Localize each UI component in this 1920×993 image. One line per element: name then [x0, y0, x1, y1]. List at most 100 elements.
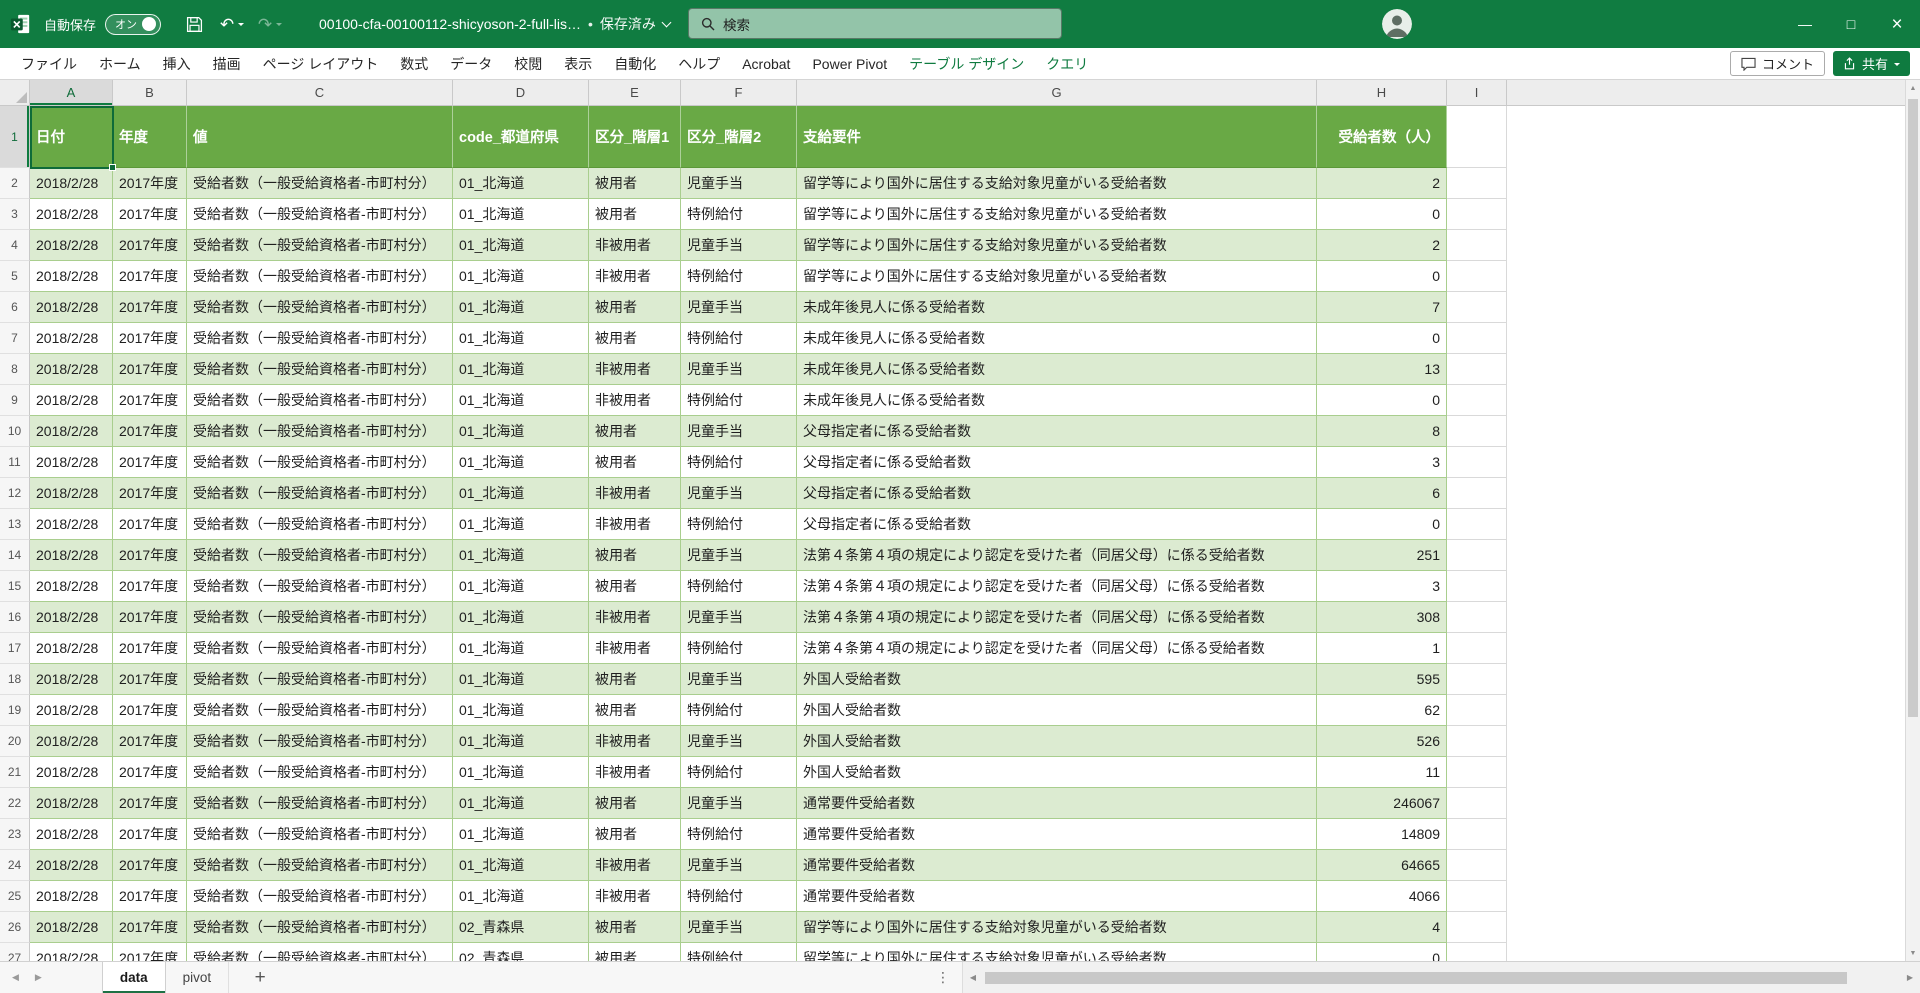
cell-B22[interactable]: 2017年度	[113, 788, 187, 819]
cell-H4[interactable]: 2	[1317, 230, 1447, 261]
cell-I18[interactable]	[1447, 664, 1507, 695]
cell-H12[interactable]: 6	[1317, 478, 1447, 509]
cell-C19[interactable]: 受給者数（一般受給資格者-市町村分）	[187, 695, 453, 726]
cell-B9[interactable]: 2017年度	[113, 385, 187, 416]
cell-E22[interactable]: 被用者	[589, 788, 681, 819]
cell-I13[interactable]	[1447, 509, 1507, 540]
cell-H22[interactable]: 246067	[1317, 788, 1447, 819]
cell-H27[interactable]: 0	[1317, 943, 1447, 961]
cell-C3[interactable]: 受給者数（一般受給資格者-市町村分）	[187, 199, 453, 230]
cell-B11[interactable]: 2017年度	[113, 447, 187, 478]
cell-I6[interactable]	[1447, 292, 1507, 323]
cell-C25[interactable]: 受給者数（一般受給資格者-市町村分）	[187, 881, 453, 912]
header-cell-B1[interactable]: 年度	[113, 106, 187, 168]
cell-F9[interactable]: 特例給付	[681, 385, 797, 416]
header-cell-D1[interactable]: code_都道府県	[453, 106, 589, 168]
cell-I9[interactable]	[1447, 385, 1507, 416]
scroll-down-arrow[interactable]: ▼	[1906, 945, 1920, 961]
cell-A13[interactable]: 2018/2/28	[30, 509, 113, 540]
horizontal-scroll-thumb[interactable]	[985, 972, 1847, 984]
ribbon-tab-page-layout[interactable]: ページ レイアウト	[252, 48, 390, 79]
cell-A8[interactable]: 2018/2/28	[30, 354, 113, 385]
row-header-26[interactable]: 26	[0, 912, 30, 943]
cell-B17[interactable]: 2017年度	[113, 633, 187, 664]
cell-F27[interactable]: 特例給付	[681, 943, 797, 961]
cell-B23[interactable]: 2017年度	[113, 819, 187, 850]
cell-E26[interactable]: 被用者	[589, 912, 681, 943]
cell-B20[interactable]: 2017年度	[113, 726, 187, 757]
cell-F21[interactable]: 特例給付	[681, 757, 797, 788]
cell-B18[interactable]: 2017年度	[113, 664, 187, 695]
cell-F7[interactable]: 特例給付	[681, 323, 797, 354]
cell-D23[interactable]: 01_北海道	[453, 819, 589, 850]
cell-H17[interactable]: 1	[1317, 633, 1447, 664]
document-title[interactable]: 00100-cfa-00100112-shicyoson-2-full-lis……	[319, 14, 670, 34]
cell-F2[interactable]: 児童手当	[681, 168, 797, 199]
cell-I25[interactable]	[1447, 881, 1507, 912]
cell-F23[interactable]: 特例給付	[681, 819, 797, 850]
cell-A3[interactable]: 2018/2/28	[30, 199, 113, 230]
cell-B24[interactable]: 2017年度	[113, 850, 187, 881]
cell-I12[interactable]	[1447, 478, 1507, 509]
cell-I16[interactable]	[1447, 602, 1507, 633]
cell-A22[interactable]: 2018/2/28	[30, 788, 113, 819]
cell-G14[interactable]: 法第４条第４項の規定により認定を受けた者（同居父母）に係る受給者数	[797, 540, 1317, 571]
ribbon-tab-view[interactable]: 表示	[553, 48, 603, 79]
cell-C10[interactable]: 受給者数（一般受給資格者-市町村分）	[187, 416, 453, 447]
row-header-20[interactable]: 20	[0, 726, 30, 757]
cell-G26[interactable]: 留学等により国外に居住する支給対象児童がいる受給者数	[797, 912, 1317, 943]
cell-E10[interactable]: 被用者	[589, 416, 681, 447]
row-header-6[interactable]: 6	[0, 292, 30, 323]
ribbon-tab-draw[interactable]: 描画	[202, 48, 252, 79]
cell-D27[interactable]: 02_青森県	[453, 943, 589, 961]
cell-G15[interactable]: 法第４条第４項の規定により認定を受けた者（同居父母）に係る受給者数	[797, 571, 1317, 602]
cell-F4[interactable]: 児童手当	[681, 230, 797, 261]
autosave-toggle[interactable]: オン	[105, 14, 161, 35]
cell-G9[interactable]: 未成年後見人に係る受給者数	[797, 385, 1317, 416]
header-cell-H1[interactable]: 受給者数（人）	[1317, 106, 1447, 168]
cell-H2[interactable]: 2	[1317, 168, 1447, 199]
cell-E11[interactable]: 被用者	[589, 447, 681, 478]
cell-G7[interactable]: 未成年後見人に係る受給者数	[797, 323, 1317, 354]
cell-F16[interactable]: 児童手当	[681, 602, 797, 633]
cell-A21[interactable]: 2018/2/28	[30, 757, 113, 788]
scroll-up-arrow[interactable]: ▲	[1906, 80, 1920, 96]
cell-F20[interactable]: 児童手当	[681, 726, 797, 757]
cell-H7[interactable]: 0	[1317, 323, 1447, 354]
cell-I26[interactable]	[1447, 912, 1507, 943]
cell-D17[interactable]: 01_北海道	[453, 633, 589, 664]
cell-A4[interactable]: 2018/2/28	[30, 230, 113, 261]
cell-I23[interactable]	[1447, 819, 1507, 850]
cell-G21[interactable]: 外国人受給者数	[797, 757, 1317, 788]
cell-G19[interactable]: 外国人受給者数	[797, 695, 1317, 726]
column-header-A[interactable]: A	[30, 80, 113, 105]
cell-E2[interactable]: 被用者	[589, 168, 681, 199]
cell-E5[interactable]: 非被用者	[589, 261, 681, 292]
cell-A26[interactable]: 2018/2/28	[30, 912, 113, 943]
cell-H11[interactable]: 3	[1317, 447, 1447, 478]
ribbon-tab-acrobat[interactable]: Acrobat	[731, 48, 801, 79]
cell-H24[interactable]: 64665	[1317, 850, 1447, 881]
cell-B25[interactable]: 2017年度	[113, 881, 187, 912]
row-header-14[interactable]: 14	[0, 540, 30, 571]
row-header-12[interactable]: 12	[0, 478, 30, 509]
cell-D19[interactable]: 01_北海道	[453, 695, 589, 726]
horizontal-scrollbar[interactable]: ◀ ▶	[962, 962, 1920, 993]
sheet-nav-right[interactable]: ▶	[35, 972, 42, 983]
cell-D3[interactable]: 01_北海道	[453, 199, 589, 230]
row-header-8[interactable]: 8	[0, 354, 30, 385]
cell-E24[interactable]: 非被用者	[589, 850, 681, 881]
header-cell-E1[interactable]: 区分_階層1	[589, 106, 681, 168]
cell-A20[interactable]: 2018/2/28	[30, 726, 113, 757]
cell-G16[interactable]: 法第４条第４項の規定により認定を受けた者（同居父母）に係る受給者数	[797, 602, 1317, 633]
cell-H15[interactable]: 3	[1317, 571, 1447, 602]
header-cell-A1[interactable]: 日付	[30, 106, 113, 168]
cell-C8[interactable]: 受給者数（一般受給資格者-市町村分）	[187, 354, 453, 385]
share-button[interactable]: 共有	[1833, 51, 1910, 76]
cell-G4[interactable]: 留学等により国外に居住する支給対象児童がいる受給者数	[797, 230, 1317, 261]
scroll-right-arrow[interactable]: ▶	[1900, 973, 1920, 982]
cell-I17[interactable]	[1447, 633, 1507, 664]
cell-E16[interactable]: 非被用者	[589, 602, 681, 633]
cell-G18[interactable]: 外国人受給者数	[797, 664, 1317, 695]
undo-button[interactable]: ↶	[217, 8, 247, 40]
